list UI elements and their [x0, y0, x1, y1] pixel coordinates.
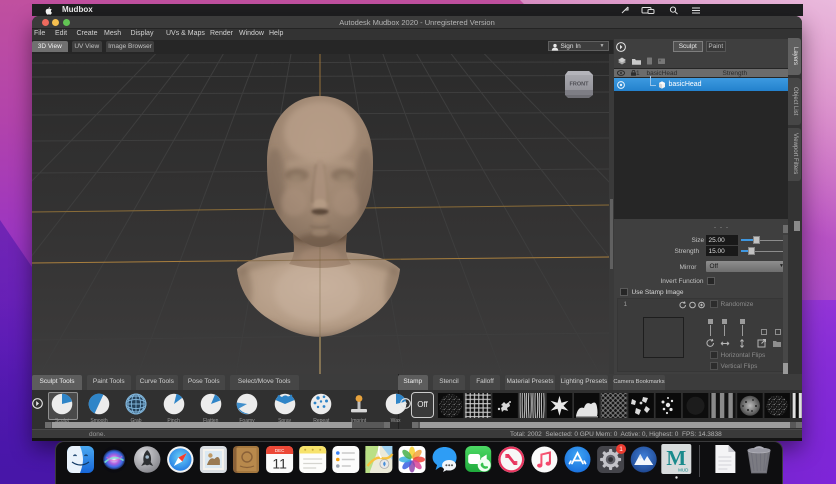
svg-text:FRONT: FRONT	[570, 82, 590, 88]
svg-text:MUD: MUD	[678, 468, 689, 473]
svg-text:11: 11	[272, 456, 287, 472]
svg-text:DEC: DEC	[275, 448, 285, 453]
svg-text:M: M	[666, 446, 686, 470]
svg-text:1: 1	[619, 446, 623, 453]
